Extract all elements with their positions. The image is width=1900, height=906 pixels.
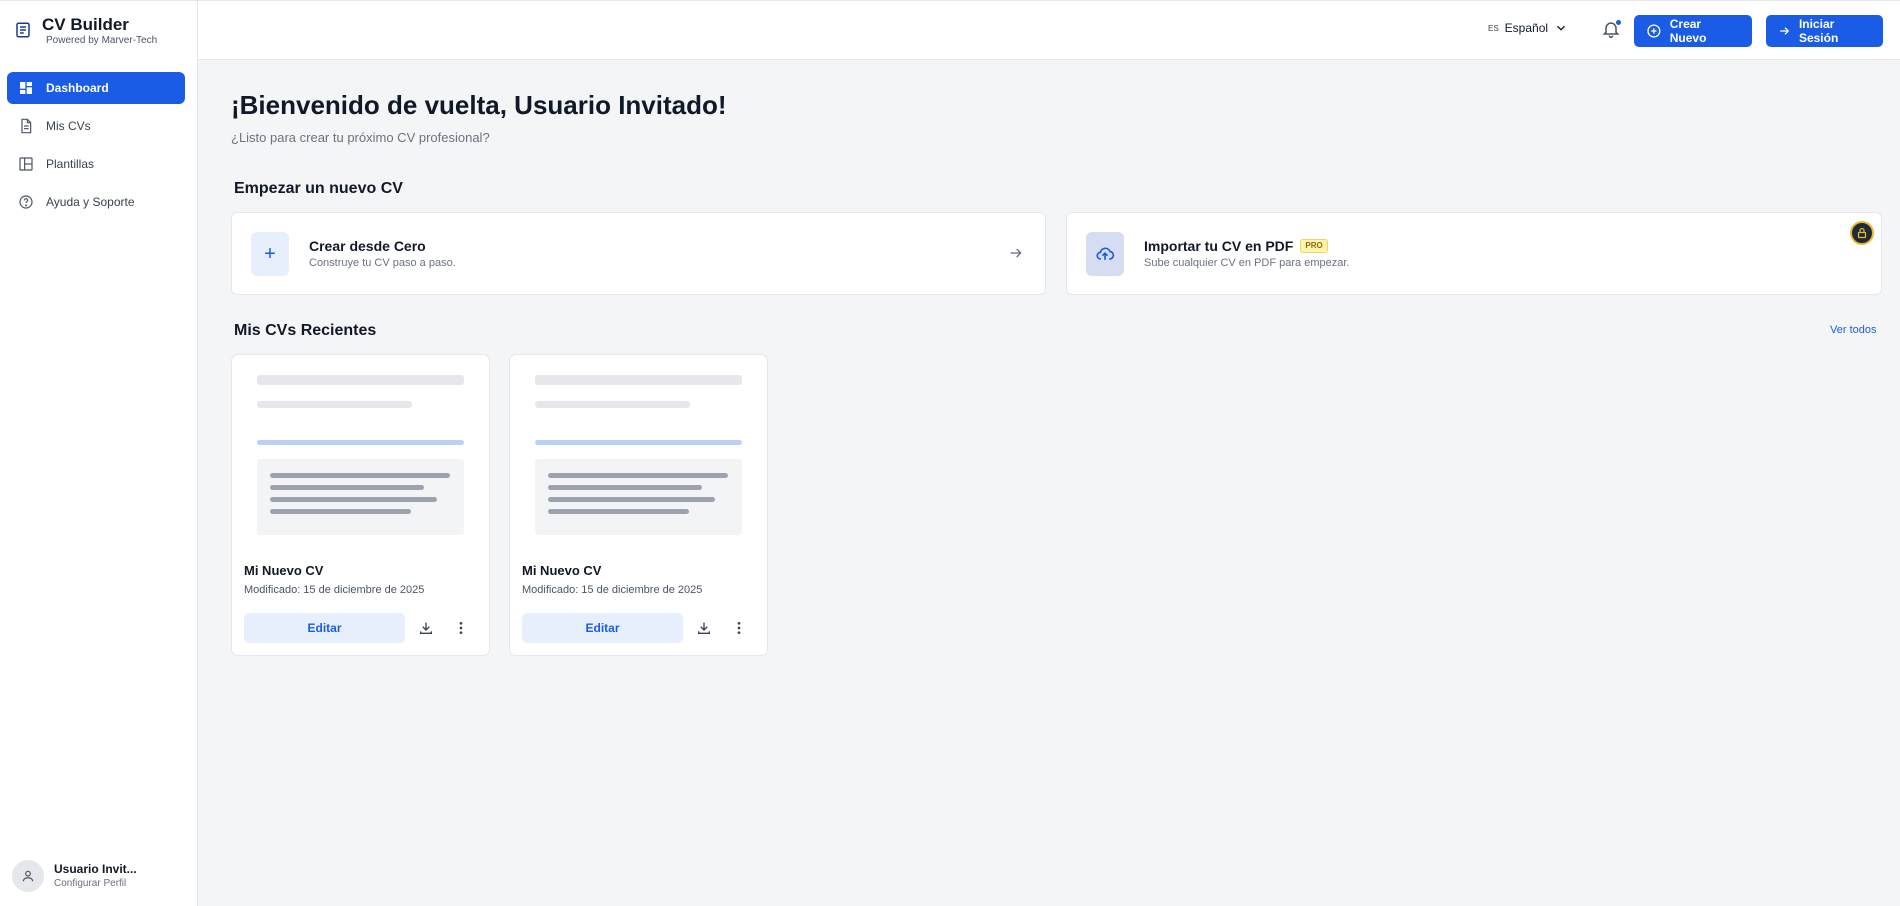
import-card-title: Importar tu CV en PDF PRO: [1144, 238, 1328, 254]
document-icon: [16, 22, 30, 38]
dashboard-icon: [20, 82, 32, 94]
cv-card[interactable]: Mi Nuevo CV Modificado: 15 de diciembre …: [509, 354, 768, 656]
sidebar-item-label: Plantillas: [46, 157, 95, 171]
recent-cvs-title: Mis CVs Recientes: [234, 322, 377, 339]
sidebar-item-label: Dashboard: [46, 81, 109, 95]
help-icon: [19, 195, 33, 209]
notifications-button[interactable]: [1601, 19, 1623, 41]
configure-profile-link[interactable]: Configurar Perfil: [54, 877, 137, 890]
cv-title: Mi Nuevo CV: [522, 563, 602, 578]
import-pdf-card[interactable]: Importar tu CV en PDF PRO Sube cualquier…: [1066, 212, 1882, 295]
import-card-desc: Sube cualquier CV en PDF para empezar.: [1144, 257, 1350, 269]
edit-button[interactable]: Editar: [522, 613, 683, 643]
create-new-label: Crear Nuevo: [1669, 17, 1707, 45]
login-button[interactable]: Iniciar Sesión: [1766, 15, 1883, 47]
page-subtitle: ¿Listo para crear tu próximo CV profesio…: [231, 130, 490, 145]
avatar: [12, 860, 44, 892]
sidebar: CV Builder Powered by Marver-Tech Dashbo…: [0, 0, 198, 906]
sidebar-item-mis-cvs[interactable]: Mis CVs: [7, 110, 185, 142]
new-cv-section-title: Empezar un nuevo CV: [234, 180, 403, 197]
create-card-title: Crear desde Cero: [309, 238, 426, 254]
language-selector[interactable]: ES Español: [1488, 21, 1568, 35]
download-icon[interactable]: [418, 620, 434, 636]
language-code: ES: [1488, 23, 1499, 33]
arrow-right-icon: [1010, 248, 1022, 258]
document-icon: [21, 118, 32, 134]
more-vertical-icon[interactable]: [453, 620, 469, 636]
plus-icon: +: [251, 232, 289, 276]
user-name: Usuario Invit...: [54, 862, 137, 876]
cloud-upload-icon: [1086, 232, 1124, 276]
cv-preview-thumbnail[interactable]: [257, 375, 464, 535]
cv-modified-date: Modificado: 15 de diciembre de 2025: [244, 584, 425, 596]
create-from-scratch-card[interactable]: + Crear desde Cero Construye tu CV paso …: [231, 212, 1046, 295]
sidebar-item-ayuda[interactable]: Ayuda y Soporte: [7, 186, 185, 218]
cv-modified-date: Modificado: 15 de diciembre de 2025: [522, 584, 703, 596]
page-title: ¡Bienvenido de vuelta, Usuario Invitado!: [231, 90, 727, 120]
edit-button[interactable]: Editar: [244, 613, 405, 643]
create-card-desc: Construye tu CV paso a paso.: [309, 257, 456, 269]
import-card-title-text: Importar tu CV en PDF: [1144, 238, 1294, 254]
lock-icon: [1850, 221, 1874, 245]
plus-circle-icon: [1647, 24, 1661, 38]
pro-badge: PRO: [1300, 239, 1328, 253]
language-label: Español: [1504, 21, 1549, 35]
create-new-button[interactable]: Crear Nuevo: [1634, 15, 1752, 47]
download-icon[interactable]: [696, 620, 712, 636]
chevron-down-icon: [1557, 25, 1566, 31]
sidebar-item-dashboard[interactable]: Dashboard: [7, 72, 185, 104]
sidebar-item-label: Mis CVs: [46, 119, 91, 133]
more-vertical-icon[interactable]: [731, 620, 747, 636]
brand-subtitle: Powered by Marver-Tech: [46, 35, 158, 46]
notification-dot: [1615, 19, 1622, 26]
brand[interactable]: CV Builder Powered by Marver-Tech: [14, 15, 157, 47]
view-all-link[interactable]: Ver todos: [1830, 324, 1876, 336]
top-bar: ES Español Crear Nuevo Iniciar Sesión: [198, 0, 1900, 60]
arrow-right-icon: [1780, 27, 1790, 35]
login-label: Iniciar Sesión: [1798, 17, 1839, 45]
layout-icon: [19, 157, 33, 171]
user-icon: [22, 870, 34, 882]
cv-preview-thumbnail[interactable]: [535, 375, 742, 535]
user-profile[interactable]: Usuario Invit... Configurar Perfil: [12, 860, 137, 892]
sidebar-item-label: Ayuda y Soporte: [46, 195, 135, 209]
sidebar-nav: Dashboard Mis CVs Plantillas Ayuda y Sop…: [7, 72, 185, 224]
sidebar-item-plantillas[interactable]: Plantillas: [7, 148, 185, 180]
brand-title: CV Builder: [42, 15, 129, 34]
cv-title: Mi Nuevo CV: [244, 563, 324, 578]
cv-card[interactable]: Mi Nuevo CV Modificado: 15 de diciembre …: [231, 354, 490, 656]
